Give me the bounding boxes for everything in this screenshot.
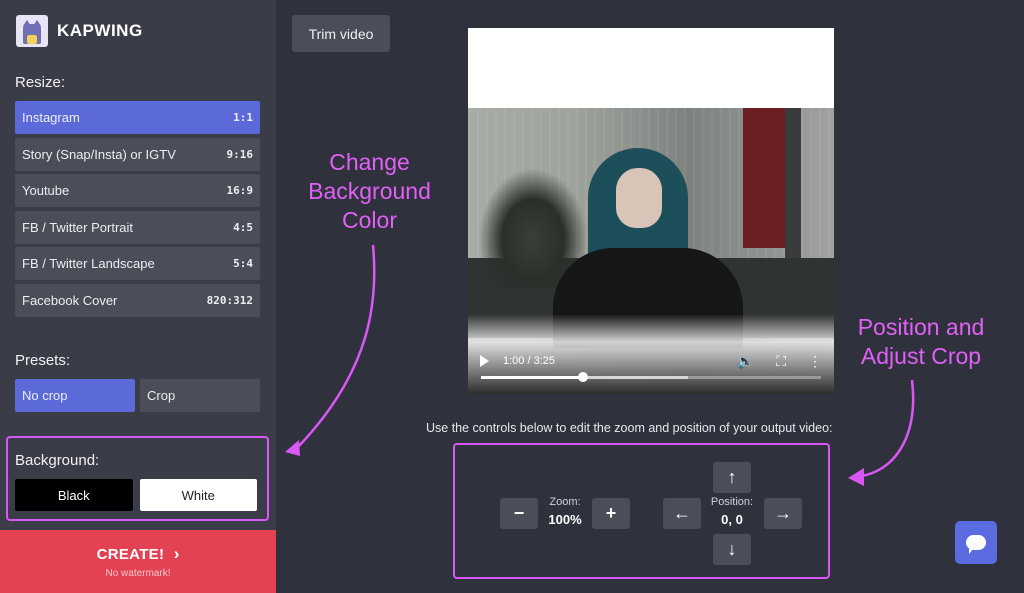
resize-option-youtube[interactable]: Youtube 16:9 [15, 174, 260, 208]
background-white-button[interactable]: White [139, 479, 257, 511]
trim-video-button[interactable]: Trim video [292, 15, 390, 52]
arrow-left-icon: ← [673, 503, 691, 523]
move-right-button[interactable]: → [764, 498, 802, 529]
resize-option-ratio: 5:4 [233, 257, 253, 271]
create-sublabel: No watermark! [105, 568, 171, 579]
chat-button[interactable] [955, 521, 997, 564]
plus-icon: + [605, 503, 617, 523]
annotation-position-crop: Position and Adjust Crop [857, 314, 985, 369]
arrow-up-icon: ↑ [727, 467, 737, 487]
preset-no-crop-button[interactable]: No crop [15, 379, 135, 412]
player-progress-knob[interactable] [578, 372, 588, 382]
resize-label: Resize: [15, 74, 66, 91]
resize-option-ratio: 1:1 [233, 111, 253, 124]
presets-group: No crop Crop [15, 379, 260, 412]
resize-list: Instagram 1:1 Story (Snap/Insta) or IGTV… [15, 101, 260, 321]
resize-option-facebook-cover[interactable]: Facebook Cover 820:312 [15, 283, 260, 317]
resize-option-label: Story (Snap/Insta) or IGTV [22, 146, 176, 162]
resize-option-label: Facebook Cover [22, 292, 118, 308]
zoom-out-button[interactable]: − [500, 498, 538, 529]
zoom-in-button[interactable]: + [592, 498, 630, 529]
presets-label: Presets: [15, 352, 71, 369]
kapwing-logo-icon [16, 15, 48, 47]
move-down-button[interactable]: ↓ [713, 534, 751, 565]
sidebar: KAPWING Resize: Instagram 1:1 Story (Sna… [0, 0, 276, 593]
video-preview[interactable]: 1:00 / 3:25 🔈 ⛶ ⋮ [468, 28, 834, 394]
resize-option-label: Instagram [22, 110, 80, 125]
play-icon[interactable] [480, 355, 489, 367]
resize-option-ratio: 16:9 [226, 184, 254, 198]
volume-icon[interactable]: 🔈 [737, 353, 754, 370]
player-time: 1:00 / 3:25 [503, 355, 555, 367]
resize-option-label: FB / Twitter Portrait [22, 219, 134, 235]
player-progress-bar[interactable] [481, 372, 821, 382]
minus-icon: − [513, 503, 525, 523]
video-frame: 1:00 / 3:25 🔈 ⛶ ⋮ [468, 108, 834, 394]
resize-option-label: Youtube [22, 183, 70, 199]
arrow-down-icon: ↓ [727, 539, 737, 559]
arrow-right-icon: → [774, 503, 792, 523]
create-label-row: CREATE! › [97, 544, 180, 564]
annotation-change-background: Change Background Color [308, 149, 431, 233]
create-button[interactable]: CREATE! › No watermark! [0, 530, 276, 593]
editor-hint: Use the controls below to edit the zoom … [426, 421, 833, 435]
background-label: Background: [15, 452, 100, 469]
player-controls: 1:00 / 3:25 🔈 ⛶ ⋮ [468, 348, 834, 374]
zoom-value: 100% [548, 512, 582, 527]
player-progress-fill [481, 376, 583, 379]
position-label: Position: [710, 496, 754, 508]
app-name: KAPWING [57, 21, 143, 40]
create-label: CREATE! [96, 546, 165, 563]
chevron-right-icon: › [173, 544, 180, 563]
resize-option-ratio: 820:312 [206, 293, 253, 307]
resize-option-fb-twitter-landscape[interactable]: FB / Twitter Landscape 5:4 [15, 247, 260, 281]
background-options: Black White [15, 479, 257, 511]
resize-option-fb-twitter-portrait[interactable]: FB / Twitter Portrait 4:5 [15, 210, 260, 244]
resize-option-ratio: 4:5 [233, 220, 253, 234]
zoom-label: Zoom: [549, 496, 581, 508]
resize-option-ratio: 9:16 [226, 147, 254, 161]
move-up-button[interactable]: ↑ [713, 462, 751, 493]
resize-option-label: FB / Twitter Landscape [22, 256, 155, 272]
resize-option-instagram[interactable]: Instagram 1:1 [15, 101, 260, 134]
resize-option-story[interactable]: Story (Snap/Insta) or IGTV 9:16 [15, 137, 260, 171]
preset-crop-button[interactable]: Crop [140, 379, 260, 412]
position-value: 0, 0 [721, 512, 743, 527]
background-black-button[interactable]: Black [15, 479, 133, 511]
logo[interactable]: KAPWING [16, 15, 143, 47]
more-options-icon[interactable]: ⋮ [808, 353, 822, 370]
chat-bubble-icon [966, 535, 986, 554]
move-left-button[interactable]: ← [663, 498, 701, 529]
fullscreen-icon[interactable]: ⛶ [776, 353, 786, 370]
